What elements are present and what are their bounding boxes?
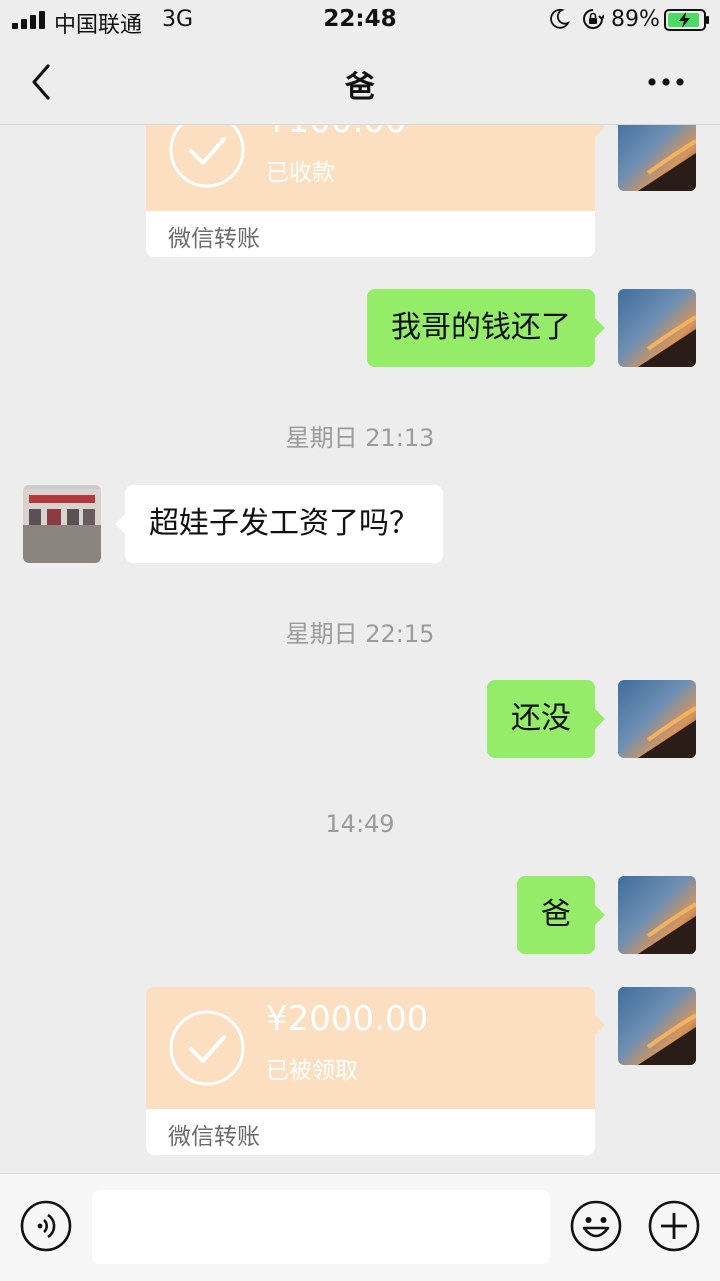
battery-charging-icon xyxy=(664,9,709,31)
check-circle-icon xyxy=(169,1010,245,1086)
chat-title: 爸 xyxy=(345,70,375,105)
transfer-card[interactable]: ¥2000.00 已被领取 微信转账 xyxy=(146,987,605,1173)
input-bar xyxy=(0,1173,720,1281)
moon-icon xyxy=(550,8,570,29)
my-avatar[interactable] xyxy=(618,125,696,191)
sunset-sky-avatar-image xyxy=(618,289,696,367)
message-timestamp: 星期日 21:13 xyxy=(285,424,435,452)
status-bar: 中国联通 3G 22:48 89% xyxy=(0,0,720,40)
emoji-icon[interactable] xyxy=(570,1200,622,1252)
chat-header: 爸 xyxy=(0,40,720,125)
transfer-card-footer: 微信转账 xyxy=(146,211,595,257)
sent-message-bubble[interactable]: 我哥的钱还了 xyxy=(367,289,605,367)
transfer-status: 已被领取 xyxy=(266,1058,358,1084)
rotation-lock-icon xyxy=(583,9,604,29)
voice-icon[interactable] xyxy=(20,1200,72,1252)
sent-message-bubble[interactable]: 爸 xyxy=(517,876,605,954)
transfer-status: 已收款 xyxy=(266,160,335,186)
received-message-bubble[interactable]: 超娃子发工资了吗？ xyxy=(115,485,443,563)
sent-message-bubble[interactable]: 还没 xyxy=(487,680,605,758)
transfer-label: 微信转账 xyxy=(168,1124,260,1150)
more-dots-icon[interactable] xyxy=(644,64,688,100)
storefront-avatar-image xyxy=(23,485,101,563)
message-input[interactable] xyxy=(92,1190,550,1264)
message-list[interactable]: ¥100.00 已收款 微信转账 我哥的钱还了 星期日 21:13 超娃子发工资… xyxy=(0,125,720,1173)
transfer-card-footer: 微信转账 xyxy=(146,1109,595,1155)
message-timestamp: 星期日 22:15 xyxy=(285,620,435,648)
transfer-card-top: ¥2000.00 已被领取 xyxy=(146,987,605,1109)
battery-percent: 89% xyxy=(611,7,660,32)
my-avatar[interactable] xyxy=(618,680,696,758)
sunset-sky-avatar-image xyxy=(618,680,696,758)
check-circle-icon xyxy=(169,125,245,188)
transfer-label: 微信转账 xyxy=(168,226,260,252)
transfer-amount: ¥2000.00 xyxy=(266,999,429,1039)
sunset-sky-avatar-image xyxy=(618,987,696,1065)
transfer-card-top: ¥100.00 已收款 xyxy=(146,125,605,211)
plus-icon[interactable] xyxy=(648,1200,700,1252)
my-avatar[interactable] xyxy=(618,876,696,954)
sunset-sky-avatar-image xyxy=(618,125,696,191)
sunset-sky-avatar-image xyxy=(618,876,696,954)
message-timestamp: 14:49 xyxy=(325,810,395,838)
transfer-amount: ¥100.00 xyxy=(266,125,407,141)
my-avatar[interactable] xyxy=(618,289,696,367)
friend-avatar[interactable] xyxy=(23,485,101,563)
my-avatar[interactable] xyxy=(618,987,696,1065)
